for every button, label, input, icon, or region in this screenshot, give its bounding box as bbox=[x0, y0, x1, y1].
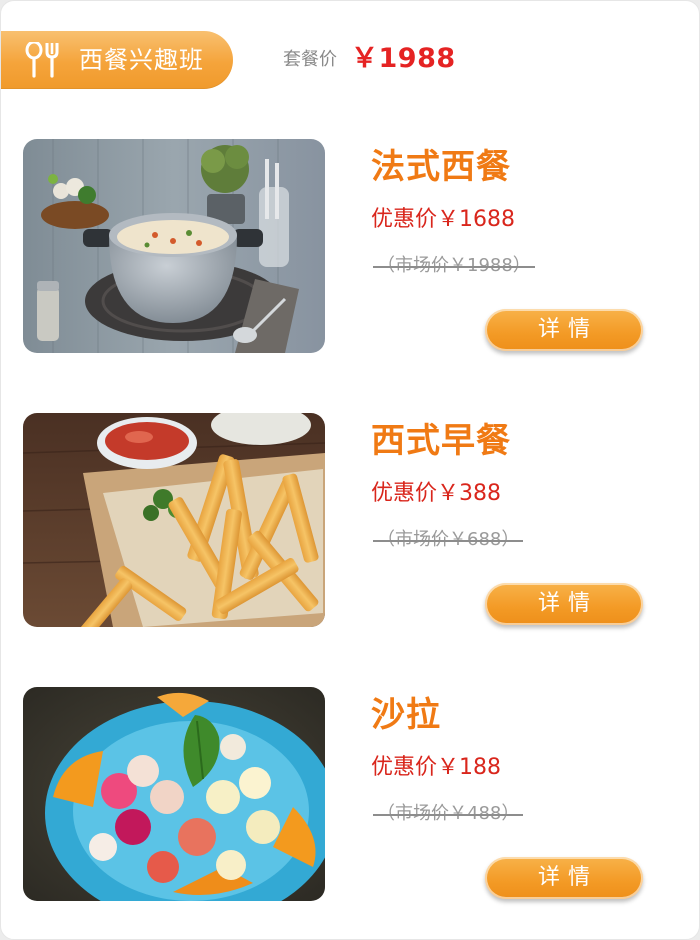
detail-button[interactable]: 详情 bbox=[485, 857, 643, 899]
package-price-value: ￥1988 bbox=[351, 43, 456, 74]
utensils-icon bbox=[23, 40, 63, 78]
course-item: 西式早餐 优惠价￥388 （市场价￥688） 详情 bbox=[1, 413, 699, 631]
promo-price: 优惠价￥388 bbox=[371, 481, 501, 506]
category-pill: 西餐兴趣班 bbox=[1, 31, 233, 89]
promo-price: 优惠价￥1688 bbox=[371, 207, 515, 232]
category-title: 西餐兴趣班 bbox=[79, 46, 204, 74]
course-name: 西式早餐 bbox=[371, 421, 511, 461]
course-item: 沙拉 优惠价￥188 （市场价￥488） 详情 bbox=[1, 687, 699, 905]
market-price: （市场价￥1988） bbox=[373, 253, 535, 279]
market-price: （市场价￥688） bbox=[372, 527, 524, 553]
fruit-salad-photo[interactable] bbox=[23, 687, 325, 901]
course-item: 法式西餐 优惠价￥1688 （市场价￥1988） 详情 bbox=[1, 139, 699, 357]
french-fries-photo[interactable] bbox=[23, 413, 325, 627]
course-card: 西餐兴趣班 套餐价 ￥1988 法式西餐 优惠价￥1688 （市场价￥1988）… bbox=[0, 0, 700, 940]
detail-button[interactable]: 详情 bbox=[485, 309, 643, 351]
package-price-label: 套餐价 bbox=[283, 49, 337, 70]
cream-soup-pot-photo[interactable] bbox=[23, 139, 325, 353]
market-price: （市场价￥488） bbox=[372, 801, 524, 827]
course-name: 法式西餐 bbox=[371, 147, 511, 187]
header: 西餐兴趣班 套餐价 ￥1988 bbox=[1, 31, 699, 89]
detail-button[interactable]: 详情 bbox=[485, 583, 643, 625]
promo-price: 优惠价￥188 bbox=[371, 755, 501, 780]
course-name: 沙拉 bbox=[371, 695, 441, 735]
